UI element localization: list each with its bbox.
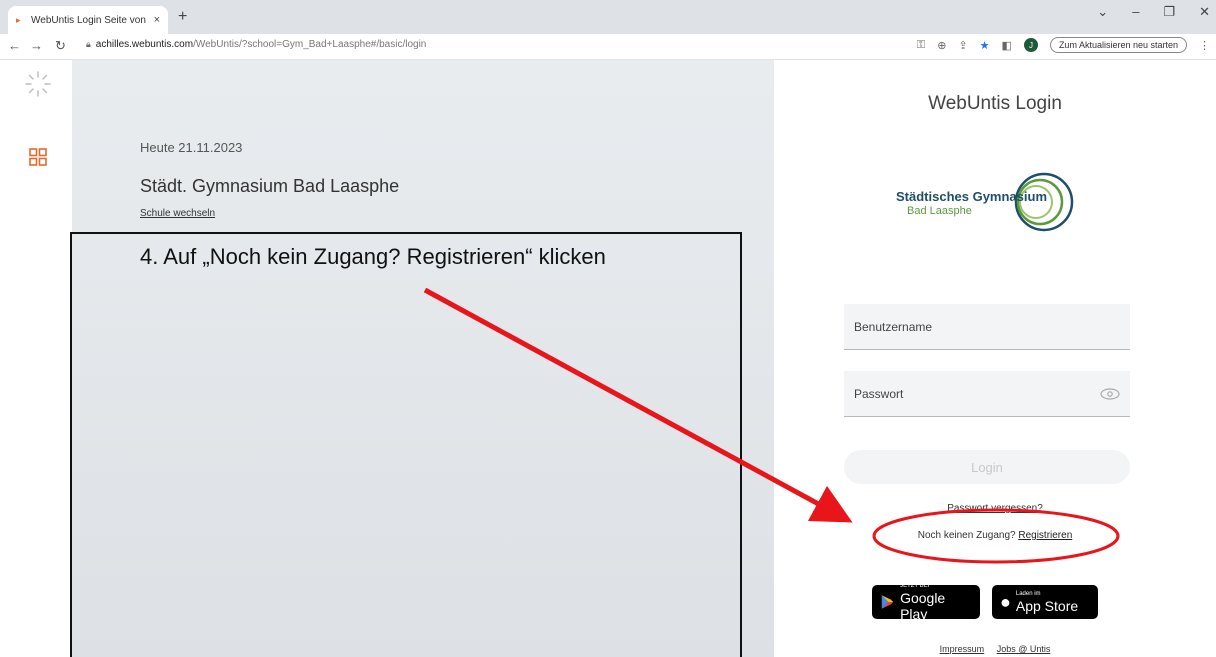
logo-line2: Bad Laasphe bbox=[907, 205, 972, 217]
share-icon[interactable]: ⇪ bbox=[958, 39, 967, 52]
today-date: Heute 21.11.2023 bbox=[140, 140, 243, 155]
zoom-icon[interactable]: ⊕ bbox=[937, 39, 946, 52]
google-play-small: JETZT BEI bbox=[900, 582, 930, 589]
url-field[interactable]: 🔒︎ achilles.webuntis.com/WebUntis/?school… bbox=[86, 39, 426, 50]
jobs-link[interactable]: Jobs @ Untis bbox=[997, 644, 1051, 654]
tab-search-icon[interactable]: ⌄ bbox=[1097, 4, 1108, 20]
minimize-icon[interactable]: – bbox=[1132, 4, 1139, 20]
login-panel: WebUntis Login Städtisches Gymnasium Bad… bbox=[774, 60, 1216, 657]
menu-icon[interactable]: ⋮ bbox=[1199, 39, 1210, 52]
switch-school-link[interactable]: Schule wechseln bbox=[140, 208, 215, 219]
register-row: Noch keinen Zugang? Registrieren bbox=[774, 530, 1216, 541]
footer-links: Impressum Jobs @ Untis bbox=[774, 644, 1216, 654]
instruction-text: 4. Auf „Noch kein Zugang? Registrieren“ … bbox=[140, 244, 606, 269]
app-store-big: App Store bbox=[1015, 597, 1079, 614]
grid-icon[interactable] bbox=[29, 148, 47, 166]
forward-icon[interactable]: → bbox=[30, 38, 43, 53]
eye-icon[interactable] bbox=[1100, 387, 1120, 400]
password-input[interactable]: Passwort bbox=[844, 371, 1130, 417]
username-placeholder: Benutzername bbox=[854, 319, 933, 334]
url-host: achilles.webuntis.com bbox=[95, 39, 194, 50]
google-play-icon bbox=[881, 595, 894, 609]
google-play-badge[interactable]: JETZT BEI Google Play bbox=[872, 582, 980, 622]
lock-icon[interactable]: 🔒︎ bbox=[86, 39, 91, 49]
update-button[interactable]: Zum Aktualisieren neu starten bbox=[1049, 37, 1187, 53]
app-store-badges: JETZT BEI Google Play ● Laden im App Sto… bbox=[872, 582, 1098, 622]
tab-close-icon[interactable]: × bbox=[154, 14, 160, 26]
app-store-badge[interactable]: ● Laden im App Store bbox=[992, 585, 1098, 619]
address-bar-row: ← → ↻ 🔒︎ achilles.webuntis.com/WebUntis/?… bbox=[0, 34, 1216, 60]
school-name: Städt. Gymnasium Bad Laasphe bbox=[140, 176, 400, 196]
username-input[interactable]: Benutzername bbox=[844, 304, 1130, 350]
instruction-box: 4. Auf „Noch kein Zugang? Registrieren“ … bbox=[70, 232, 742, 657]
new-tab-button[interactable]: + bbox=[178, 8, 187, 26]
logo-line1: Städtisches Gymnasium bbox=[896, 189, 1047, 204]
close-window-icon[interactable]: ✕ bbox=[1199, 4, 1210, 20]
back-icon[interactable]: ← bbox=[8, 38, 21, 53]
browser-tab[interactable]: ▸ WebUntis Login Seite von Städt × bbox=[8, 6, 168, 34]
maximize-icon[interactable]: ❐ bbox=[1163, 4, 1175, 20]
apple-icon: ● bbox=[1000, 592, 1011, 612]
impressum-link[interactable]: Impressum bbox=[940, 644, 985, 654]
password-placeholder: Passwort bbox=[854, 386, 904, 401]
register-link[interactable]: Registrieren bbox=[1018, 530, 1072, 541]
reload-icon[interactable]: ↻ bbox=[55, 38, 66, 54]
window-controls: ⌄ – ❐ ✕ bbox=[1097, 4, 1210, 20]
login-title: WebUntis Login bbox=[928, 93, 1062, 114]
star-icon[interactable]: ★ bbox=[980, 39, 990, 52]
webuntis-favicon: ▸ bbox=[16, 15, 21, 25]
url-path: /WebUntis/?school=Gym_Bad+Laasphe#/basic… bbox=[193, 39, 427, 50]
toolbar-icons: ⚿ ⊕ ⇪ ★ ◧ J Zum Aktualisieren neu starte… bbox=[917, 37, 1210, 53]
forgot-password-link[interactable]: Passwort vergessen? bbox=[774, 503, 1216, 514]
google-play-big: Google Play bbox=[900, 589, 946, 622]
key-icon[interactable]: ⚿ bbox=[917, 39, 925, 52]
loading-spinner-icon bbox=[25, 71, 51, 97]
sidepanel-icon[interactable]: ◧ bbox=[1002, 39, 1012, 52]
login-button[interactable]: Login bbox=[844, 450, 1130, 484]
profile-avatar[interactable]: J bbox=[1023, 38, 1038, 52]
left-rail bbox=[0, 60, 72, 657]
app-store-small: Laden im bbox=[1015, 590, 1041, 597]
register-prefix: Noch keinen Zugang? bbox=[917, 530, 1019, 541]
tab-title: WebUntis Login Seite von Städt bbox=[31, 14, 148, 26]
browser-tab-bar: ▸ WebUntis Login Seite von Städt × + ⌄ –… bbox=[0, 0, 1216, 34]
school-logo: Städtisches Gymnasium Bad Laasphe bbox=[894, 172, 1074, 232]
